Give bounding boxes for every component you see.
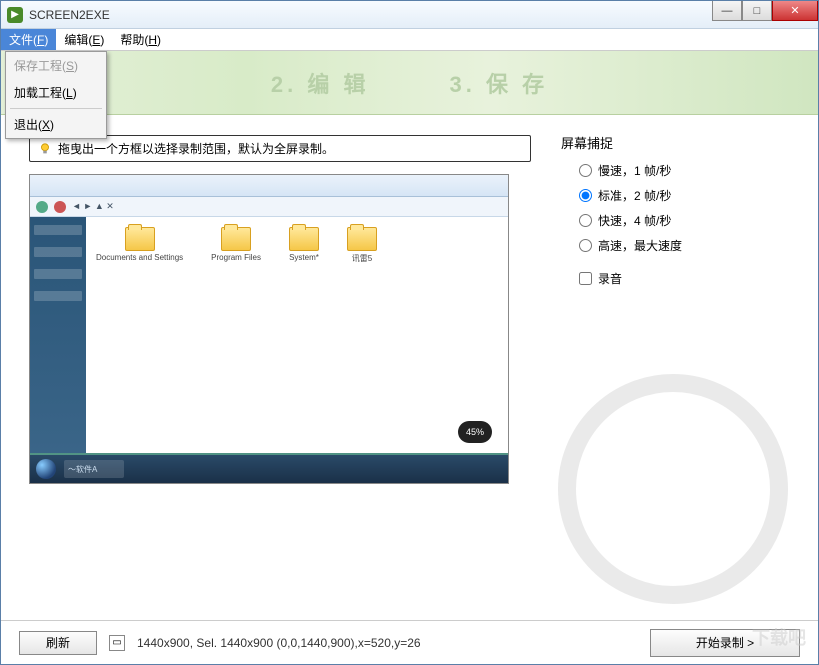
record-audio-checkbox-row[interactable]: 录音 [561, 270, 798, 287]
menu-load-project[interactable]: 加载工程(L) [6, 79, 106, 106]
menu-save-project[interactable]: 保存工程(S) [6, 52, 106, 79]
app-icon: ▶ [7, 7, 23, 23]
menu-exit[interactable]: 退出(X) [6, 111, 106, 138]
record-audio-label: 录音 [598, 270, 622, 287]
radio-fast-input[interactable] [579, 214, 592, 227]
maximize-button[interactable]: □ [742, 1, 772, 21]
close-button[interactable]: ✕ [772, 1, 818, 21]
folder-item: System* [289, 227, 319, 262]
preview-nav-icon [36, 201, 48, 213]
tip-bar: 拖曳出一个方框以选择录制范围，默认为全屏录制。 [29, 135, 531, 162]
file-menu-dropdown: 保存工程(S) 加载工程(L) 退出(X) [5, 51, 107, 139]
folder-item: 讯雷5 [347, 227, 377, 264]
menu-edit[interactable]: 编辑(E) [56, 29, 112, 50]
window-controls: — □ ✕ [712, 1, 818, 21]
preview-files: Documents and Settings Program Files Sys… [86, 217, 508, 453]
preview-toolbar-text: ◄ ► ▲ ✕ [72, 201, 114, 212]
titlebar: ▶ SCREEN2EXE — □ ✕ [1, 1, 818, 29]
app-window: ▶ SCREEN2EXE — □ ✕ 文件(F) 编辑(E) 帮助(H) 保存工… [0, 0, 819, 665]
right-panel: 屏幕捕捉 慢速，1 帧/秒 标准，2 帧/秒 快速，4 帧/秒 高速，最大速度 … [541, 115, 818, 621]
folder-item: Documents and Settings [96, 227, 183, 262]
selection-icon[interactable]: ▭ [109, 635, 125, 651]
film-reel-watermark [558, 374, 788, 604]
preview-sidebar [30, 217, 86, 453]
site-watermark: 下载吧 [752, 624, 806, 650]
bottom-bar: 刷新 ▭ 1440x900, Sel. 1440x900 (0,0,1440,9… [1, 620, 818, 664]
preview-toolbar: ◄ ► ▲ ✕ [30, 197, 508, 217]
lightbulb-icon [38, 142, 52, 156]
folder-icon [347, 227, 377, 251]
radio-standard[interactable]: 标准，2 帧/秒 [579, 187, 798, 204]
record-audio-checkbox[interactable] [579, 272, 592, 285]
status-text: 1440x900, Sel. 1440x900 (0,0,1440,900),x… [137, 636, 421, 650]
folder-icon [125, 227, 155, 251]
start-orb-icon [36, 459, 56, 479]
screen-preview[interactable]: ◄ ► ▲ ✕ Documents and Settings Program F… [29, 174, 509, 484]
radio-standard-input[interactable] [579, 189, 592, 202]
preview-nav-icon [54, 201, 66, 213]
folder-icon [221, 227, 251, 251]
folder-item: Program Files [211, 227, 261, 262]
menu-file[interactable]: 文件(F) [1, 29, 56, 50]
preview-body: Documents and Settings Program Files Sys… [30, 217, 508, 453]
refresh-button[interactable]: 刷新 [19, 631, 97, 655]
radio-max-input[interactable] [579, 239, 592, 252]
menubar: 文件(F) 编辑(E) 帮助(H) [1, 29, 818, 51]
taskbar-item: ～软件A [64, 460, 124, 478]
main-area: 拖曳出一个方框以选择录制范围，默认为全屏录制。 ◄ ► ▲ ✕ Document… [1, 115, 818, 621]
radio-fast[interactable]: 快速，4 帧/秒 [579, 212, 798, 229]
window-title: SCREEN2EXE [29, 8, 110, 22]
radio-max[interactable]: 高速，最大速度 [579, 237, 798, 254]
radio-slow[interactable]: 慢速，1 帧/秒 [579, 162, 798, 179]
menu-help[interactable]: 帮助(H) [112, 29, 169, 50]
folder-icon [289, 227, 319, 251]
capture-group-title: 屏幕捕捉 [561, 133, 798, 152]
menu-separator [10, 108, 102, 109]
speed-radio-group: 慢速，1 帧/秒 标准，2 帧/秒 快速，4 帧/秒 高速，最大速度 [561, 162, 798, 254]
preview-badge: 45% [458, 421, 492, 443]
step-banner: 2. 编 辑 3. 保 存 [1, 51, 818, 115]
tip-text: 拖曳出一个方框以选择录制范围，默认为全屏录制。 [58, 140, 334, 157]
step-2-label: 2. 编 辑 [271, 67, 370, 99]
left-panel: 拖曳出一个方框以选择录制范围，默认为全屏录制。 ◄ ► ▲ ✕ Document… [1, 115, 541, 621]
preview-taskbar: ～软件A [30, 455, 508, 483]
preview-window-titlebar [30, 175, 508, 197]
step-3-label: 3. 保 存 [450, 67, 549, 99]
minimize-button[interactable]: — [712, 1, 742, 21]
radio-slow-input[interactable] [579, 164, 592, 177]
